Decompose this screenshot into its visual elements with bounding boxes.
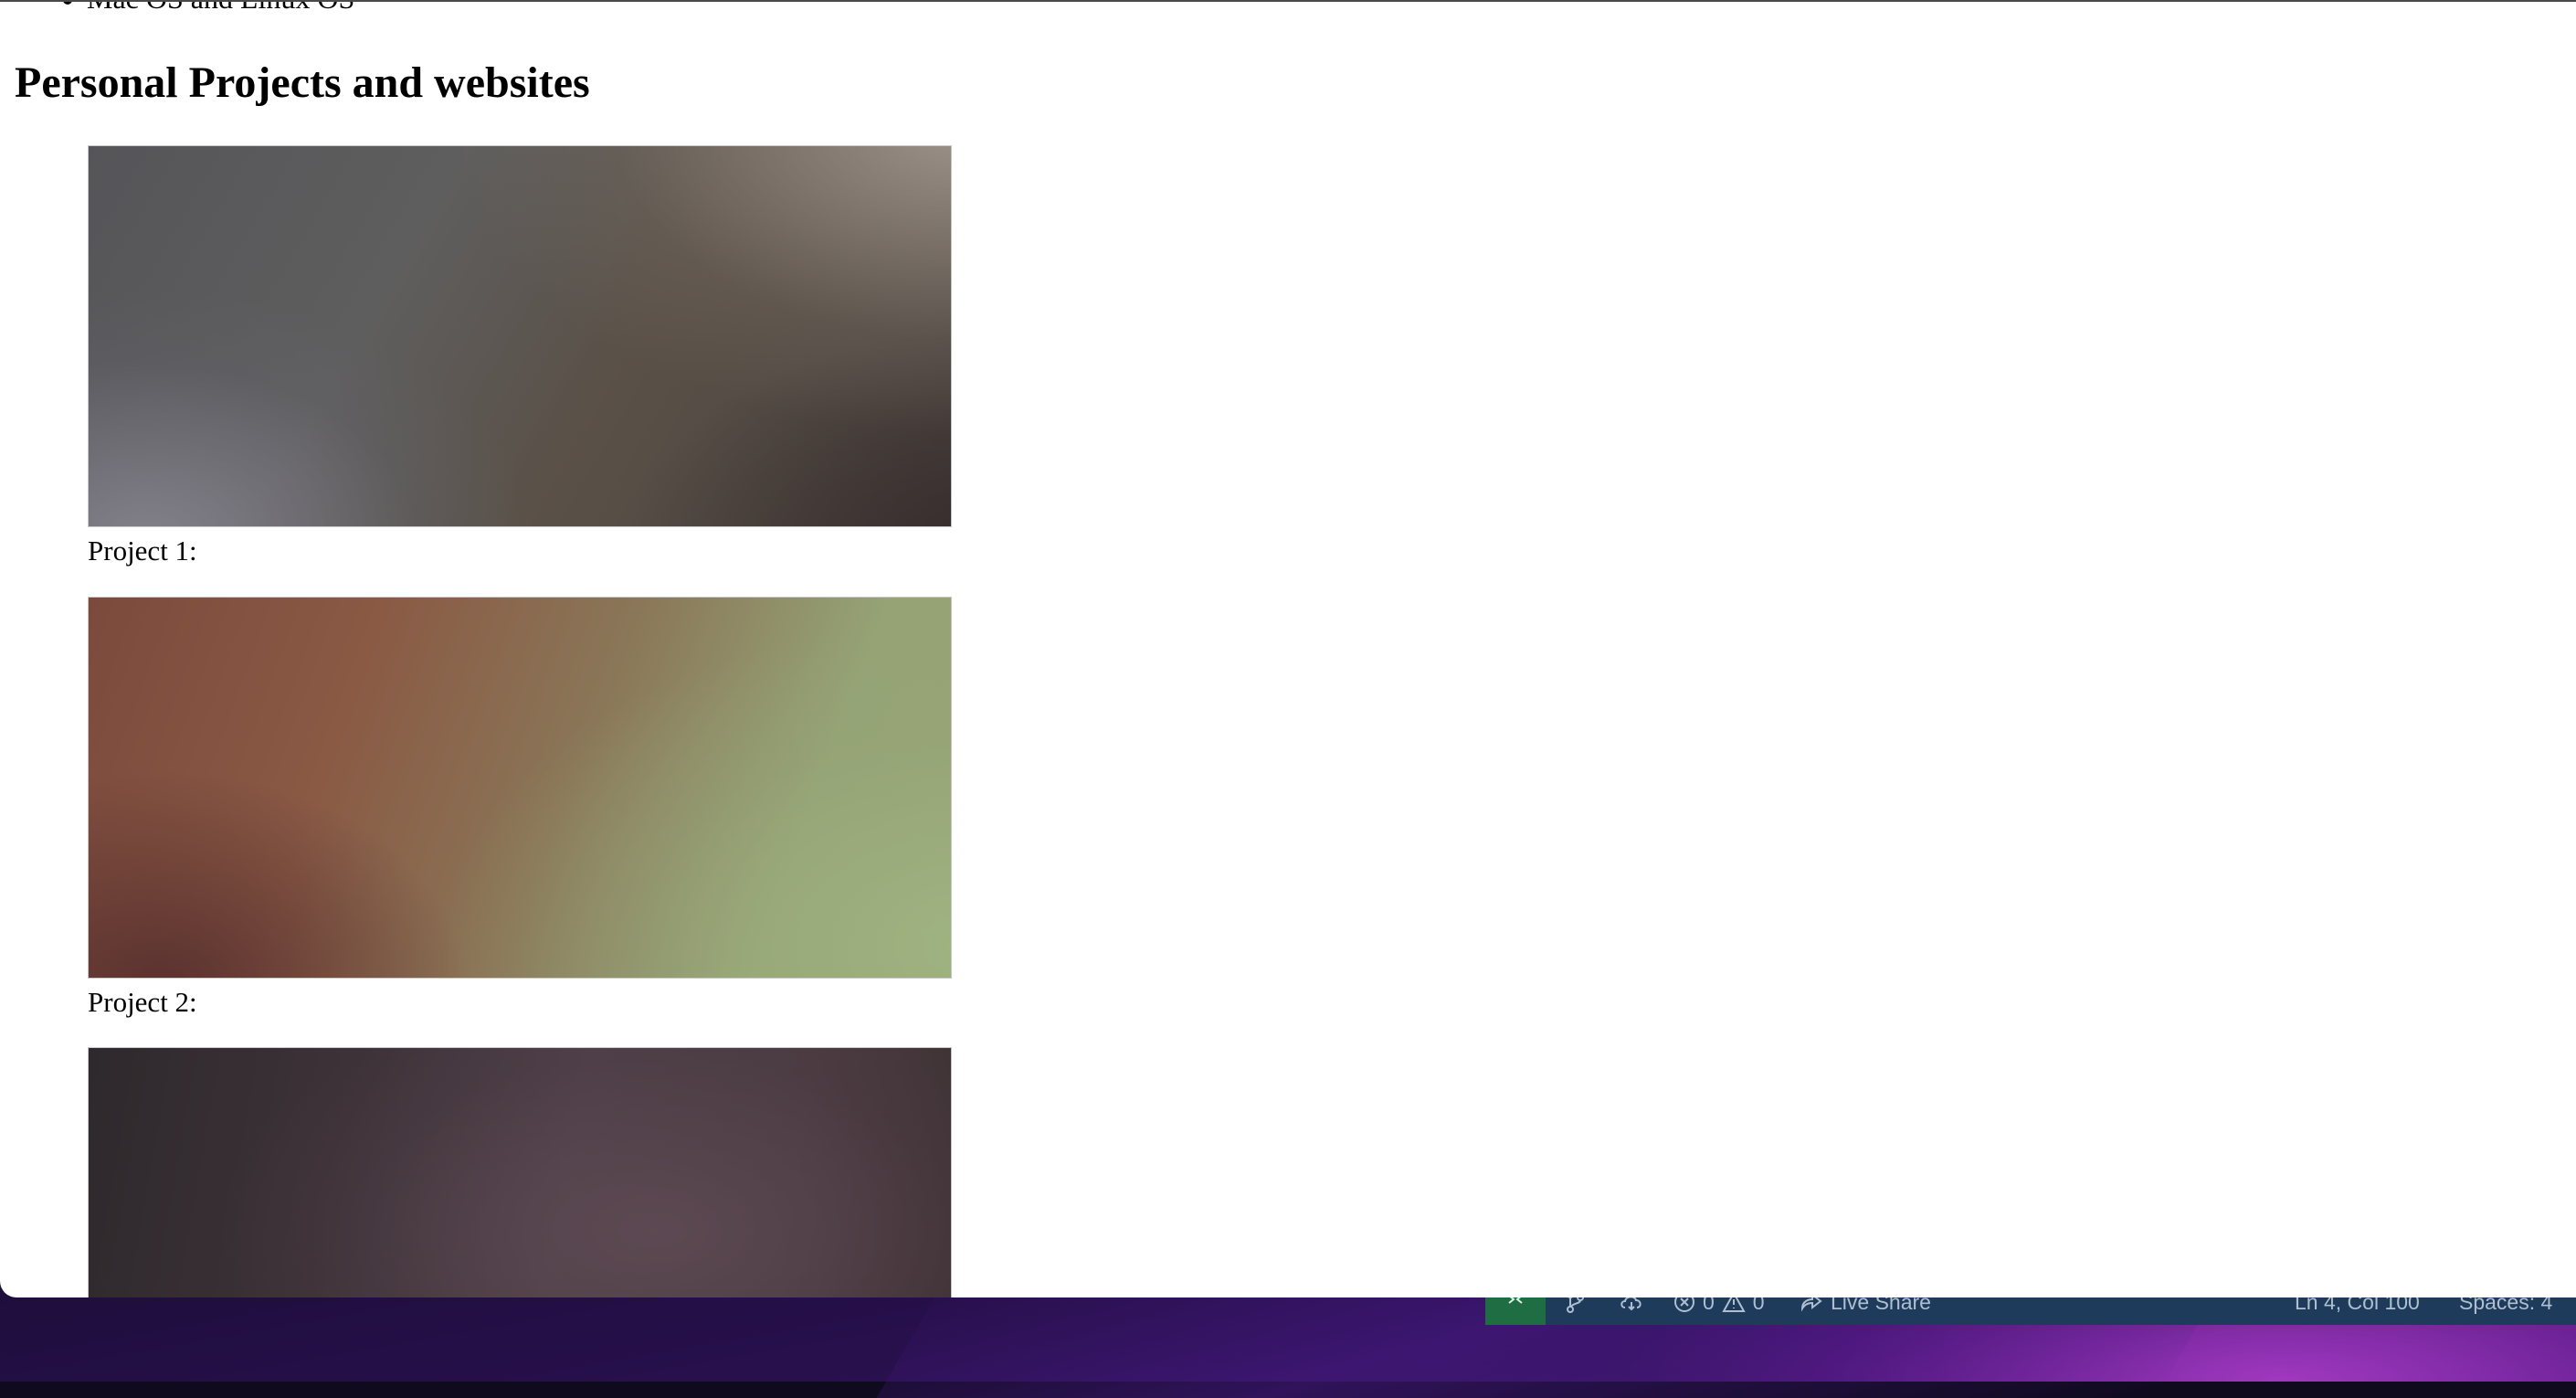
project-2-caption: Project 2: (88, 986, 197, 1018)
project-1-caption: Project 1: (88, 535, 197, 567)
browser-page: Mac OS and Linux OS Personal Projects an… (0, 0, 2576, 1297)
skills-list: Mac OS and Linux OS (50, 2, 354, 16)
section-heading: Personal Projects and websites (15, 58, 590, 107)
project-2-image (88, 597, 952, 979)
project-1-image (88, 145, 952, 527)
list-item: Mac OS and Linux OS (87, 2, 354, 16)
project-3-image (88, 1047, 952, 1297)
